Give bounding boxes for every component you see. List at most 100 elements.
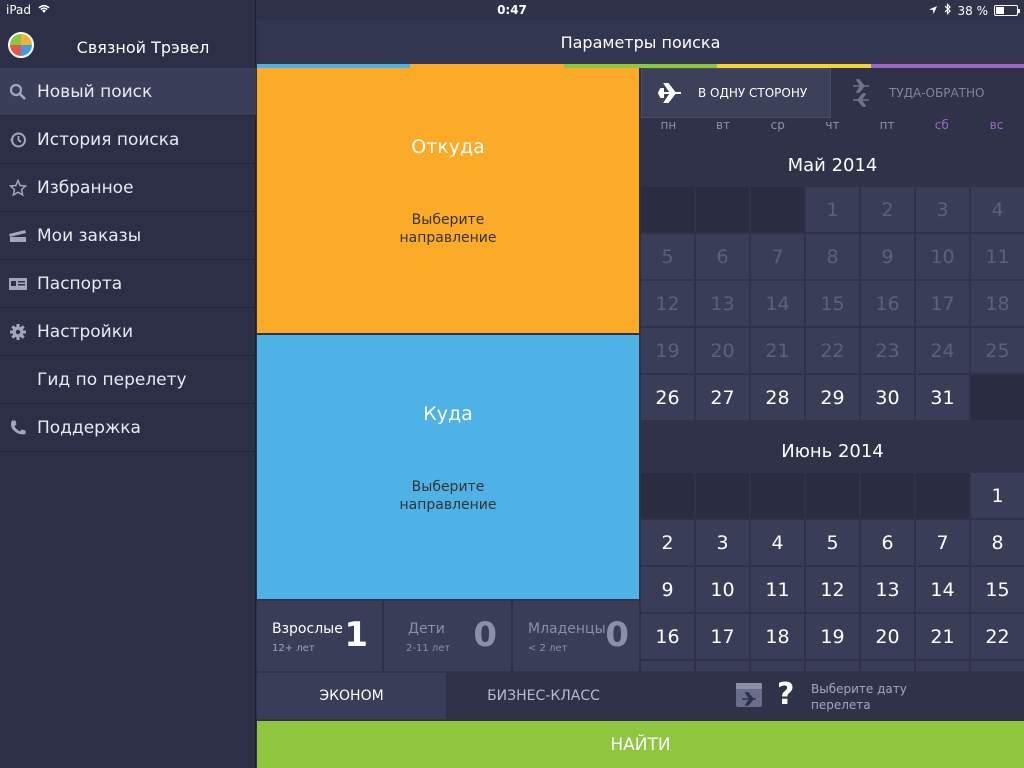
calendar-day: 5 [641, 234, 694, 279]
calendar-day[interactable]: 27 [696, 375, 749, 420]
calendar-day[interactable]: 23 [641, 661, 694, 671]
battery-level [996, 7, 1004, 14]
to-panel[interactable]: Куда Выберите направление [257, 335, 639, 599]
business-class-button[interactable]: БИЗНЕС-КЛАСС [448, 673, 639, 719]
calendar-empty-cell [916, 473, 969, 518]
sidebar-item-new-search[interactable]: Новый поиск [0, 68, 256, 116]
history-icon [0, 131, 36, 149]
calendar-day[interactable]: 26 [806, 661, 859, 671]
calendar-day[interactable]: 29 [971, 661, 1024, 671]
calendar-day: 18 [971, 281, 1024, 326]
calendar-day: 9 [861, 234, 914, 279]
calendar-day[interactable]: 1 [971, 473, 1024, 518]
sidebar-item-history[interactable]: История поиска [0, 116, 256, 164]
calendar-day[interactable]: 14 [916, 567, 969, 612]
calendar-day[interactable]: 2 [641, 520, 694, 565]
calendar-day[interactable]: 18 [751, 614, 804, 659]
date-selector[interactable]: ? Выберите дату перелета [641, 671, 1024, 721]
sidebar-item-label: Паспорта [37, 273, 123, 294]
calendar-day[interactable]: 26 [641, 375, 694, 420]
calendar-day: 6 [696, 234, 749, 279]
calendar-day: 20 [696, 328, 749, 373]
calendar-empty-cell [751, 473, 804, 518]
calendar-day[interactable]: 20 [861, 614, 914, 659]
sidebar-item-label: История поиска [37, 129, 180, 150]
calendar-day[interactable]: 16 [641, 614, 694, 659]
weekday-label: чт [825, 118, 840, 132]
trip-type-toggle: В ОДНУ СТОРОНУ ТУДА-ОБРАТНО [641, 68, 1024, 118]
calendar-day[interactable]: 19 [806, 614, 859, 659]
app-title: Связной Трэвел [76, 38, 210, 57]
find-button[interactable]: НАЙТИ [257, 721, 1024, 768]
calendar-day[interactable]: 4 [751, 520, 804, 565]
sidebar-item-passports[interactable]: Паспорта [0, 260, 256, 308]
calendar-day[interactable]: 25 [751, 661, 804, 671]
calendar-day[interactable]: 6 [861, 520, 914, 565]
calendar-day: 2 [861, 187, 914, 232]
sidebar-item-favorites[interactable]: Избранное [0, 164, 256, 212]
calendar-empty-cell [861, 473, 914, 518]
calendar-empty-cell [641, 187, 694, 232]
main-header: Параметры поиска [257, 20, 1024, 64]
calendar-day[interactable]: 24 [696, 661, 749, 671]
adults-selector[interactable]: Взрослые 12+ лет 1 [257, 601, 382, 671]
sidebar-item-label: Избранное [37, 177, 134, 198]
sidebar-item-label: Мои заказы [37, 225, 142, 246]
adults-label: Взрослые [272, 621, 343, 637]
weekday-label: вс [989, 118, 1004, 132]
calendar-day[interactable]: 9 [641, 567, 694, 612]
calendar-day[interactable]: 17 [696, 614, 749, 659]
sidebar-item-flight-guide[interactable]: Гид по перелету [0, 356, 256, 404]
children-age: 2-11 лет [406, 643, 451, 654]
calendar-day[interactable]: 21 [916, 614, 969, 659]
calendar-day: 3 [916, 187, 969, 232]
calendar-day: 21 [751, 328, 804, 373]
calendar-day[interactable]: 28 [751, 375, 804, 420]
star-icon [0, 178, 36, 197]
calendar-day[interactable]: 5 [806, 520, 859, 565]
calendar-day: 25 [971, 328, 1024, 373]
calendar-day: 14 [751, 281, 804, 326]
sidebar-item-settings[interactable]: Настройки [0, 308, 256, 356]
calendar-day[interactable]: 7 [916, 520, 969, 565]
calendar-day[interactable]: 29 [806, 375, 859, 420]
one-way-button[interactable]: В ОДНУ СТОРОНУ [641, 68, 831, 118]
infants-label: Младенцы [528, 621, 606, 637]
planes-round-trip-icon [833, 78, 889, 108]
to-title: Куда [423, 403, 473, 425]
plane-icon [642, 82, 698, 104]
to-hint: Выберите направление [399, 479, 497, 513]
calendar-day[interactable]: 11 [751, 567, 804, 612]
calendar-day: 13 [696, 281, 749, 326]
status-time: 0:47 [497, 3, 527, 17]
calendar-day: 10 [916, 234, 969, 279]
sidebar-item-orders[interactable]: Мои заказы [0, 212, 256, 260]
children-selector[interactable]: Дети 2-11 лет 0 [384, 601, 511, 671]
calendar-day[interactable]: 10 [696, 567, 749, 612]
from-panel[interactable]: Откуда Выберите направление [257, 68, 639, 333]
calendar-day[interactable]: 28 [916, 661, 969, 671]
sidebar-header: Связной Трэвел [0, 20, 256, 68]
location-icon [928, 4, 938, 18]
calendar-day[interactable]: 22 [971, 614, 1024, 659]
infants-age: < 2 лет [528, 643, 568, 654]
phone-icon [0, 419, 36, 437]
calendar-day: 15 [806, 281, 859, 326]
round-trip-button[interactable]: ТУДА-ОБРАТНО [833, 68, 1024, 118]
calendar-day[interactable]: 3 [696, 520, 749, 565]
children-label: Дети [408, 621, 445, 637]
calendar-day[interactable]: 8 [971, 520, 1024, 565]
calendar-day[interactable]: 27 [861, 661, 914, 671]
calendar-day[interactable]: 13 [861, 567, 914, 612]
calendar-day: 19 [641, 328, 694, 373]
calendar-day[interactable]: 12 [806, 567, 859, 612]
question-mark-icon: ? [777, 677, 795, 712]
calendar-day[interactable]: 30 [861, 375, 914, 420]
calendar-day[interactable]: 15 [971, 567, 1024, 612]
search-icon [0, 83, 36, 101]
sidebar-item-label: Новый поиск [37, 81, 153, 102]
calendar-day[interactable]: 31 [916, 375, 969, 420]
infants-selector[interactable]: Младенцы < 2 лет 0 [513, 601, 639, 671]
economy-class-button[interactable]: ЭКОНОМ [257, 673, 446, 719]
sidebar-item-support[interactable]: Поддержка [0, 404, 256, 452]
